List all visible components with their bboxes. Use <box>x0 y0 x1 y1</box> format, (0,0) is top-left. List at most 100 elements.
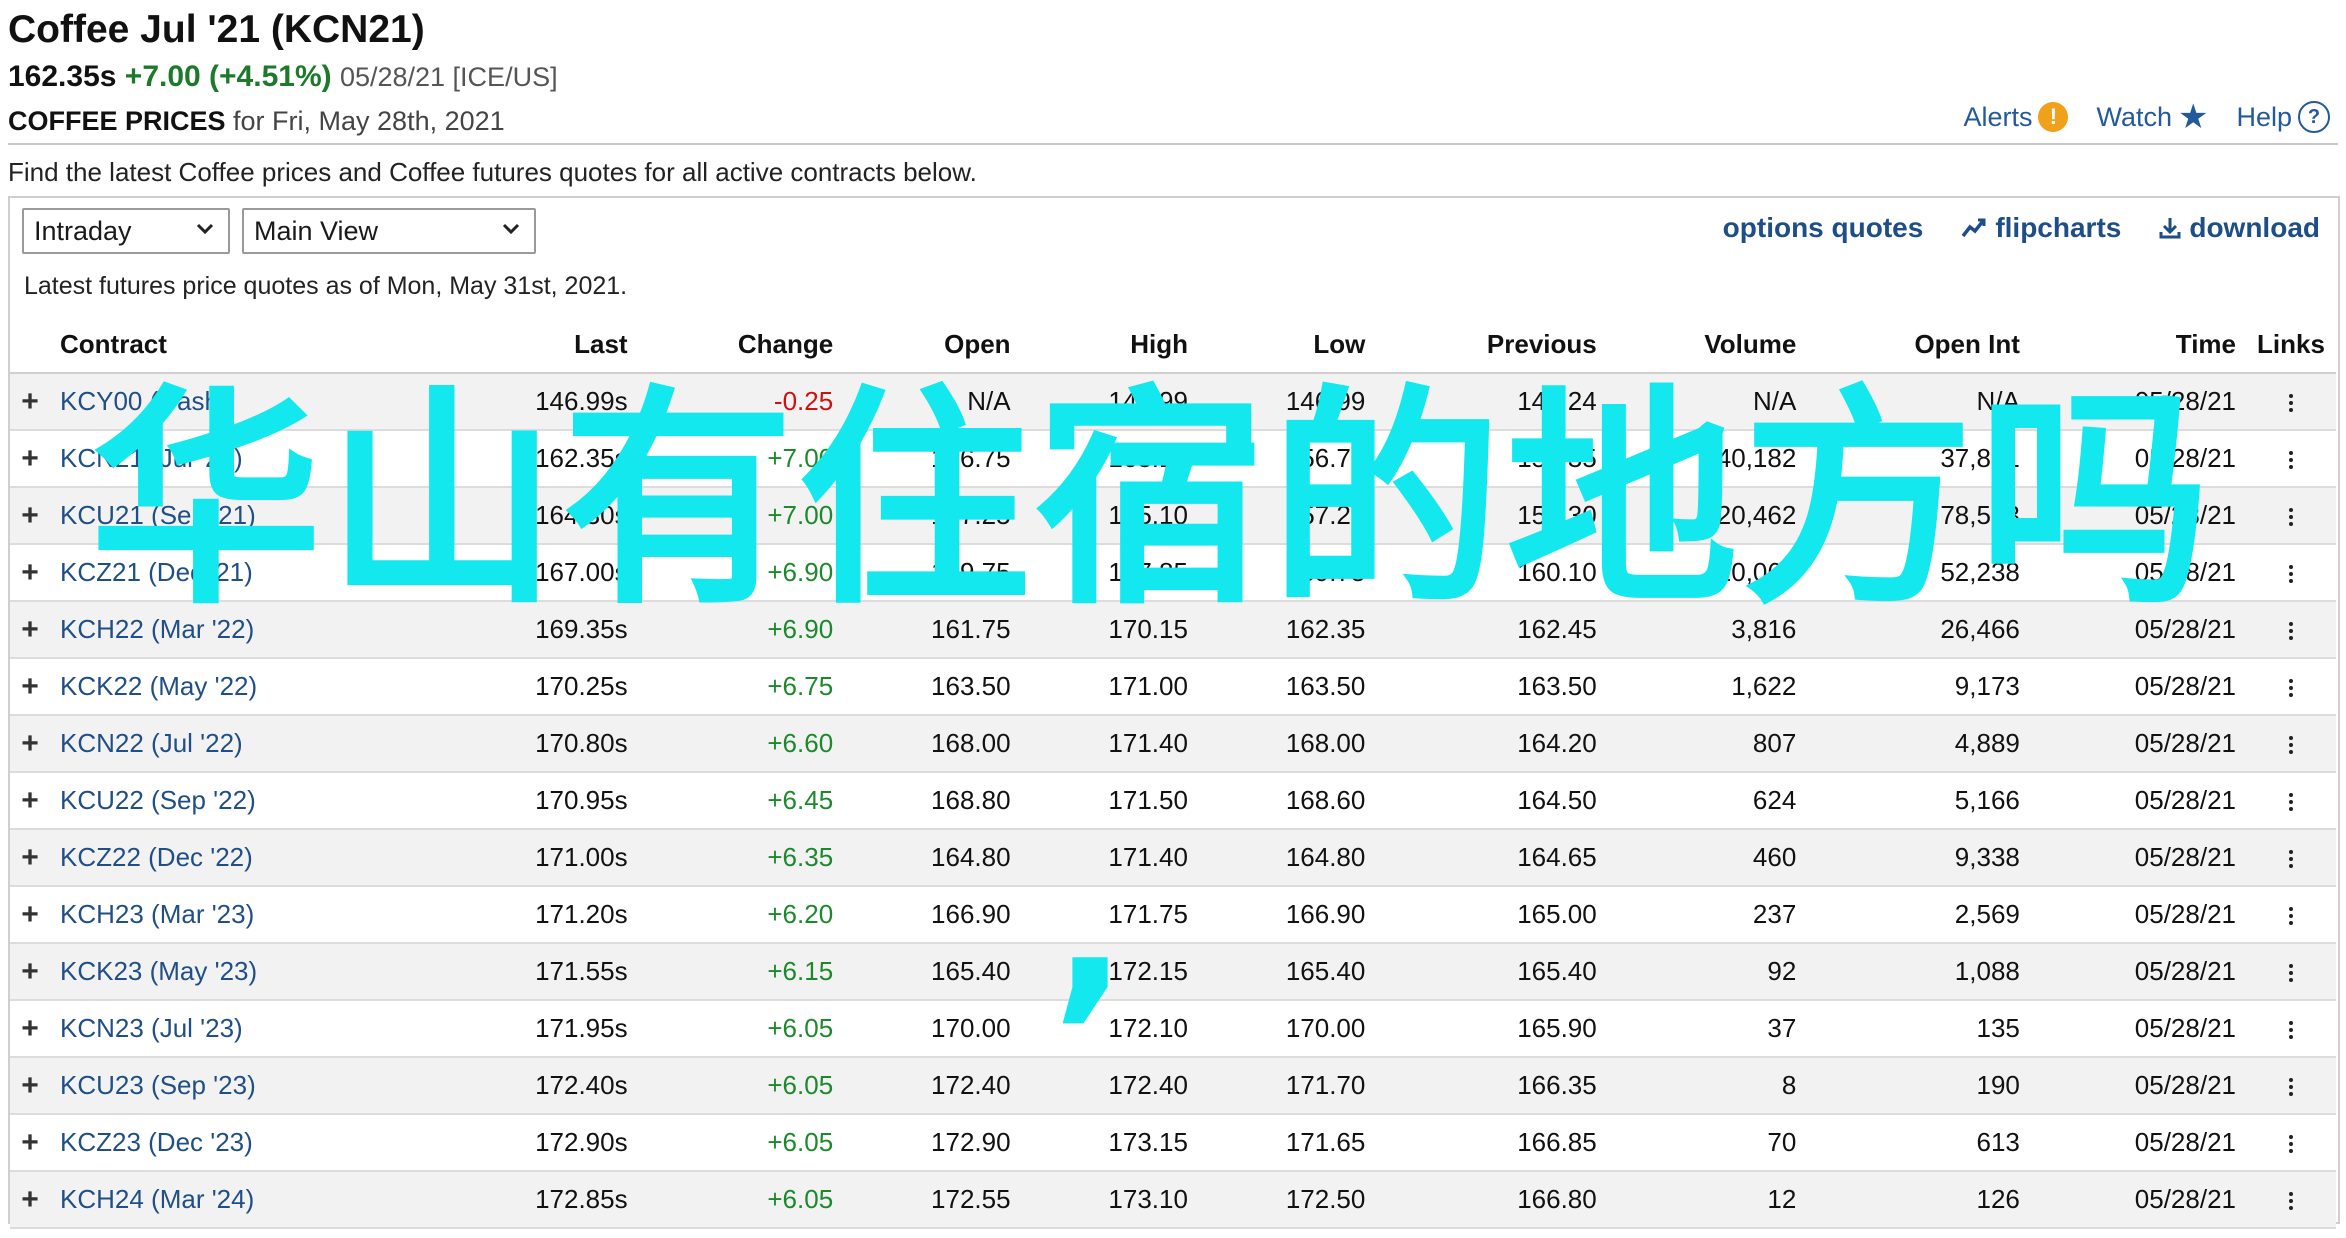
cell-low: 168.60 <box>1197 772 1376 830</box>
cell-volume: 20,462 <box>1606 487 1807 545</box>
header-volume[interactable]: Volume <box>1606 316 1807 374</box>
cell-high: 173.15 <box>1020 1114 1198 1172</box>
alert-icon: ! <box>2038 102 2069 132</box>
cell-contract[interactable]: KCK22 (May '22) <box>50 658 438 716</box>
row-links[interactable] <box>2246 601 2336 659</box>
row-links[interactable] <box>2246 829 2336 887</box>
subheading-date: for Fri, May 28th, 2021 <box>225 106 505 136</box>
flipchart-icon <box>1961 218 1986 238</box>
help-link[interactable]: Help? <box>2236 101 2330 133</box>
row-links[interactable] <box>2246 1171 2336 1229</box>
cell-low: 156.75 <box>1197 430 1376 488</box>
header-contract[interactable]: Contract <box>50 316 438 374</box>
cell-contract[interactable]: KCH24 (Mar '24) <box>50 1171 438 1229</box>
plus-icon[interactable]: + <box>10 430 50 488</box>
row-links[interactable] <box>2246 715 2336 773</box>
plus-icon[interactable]: + <box>10 658 50 716</box>
row-links[interactable] <box>2246 886 2336 944</box>
alerts-link[interactable]: Alerts! <box>1963 102 2069 133</box>
price-change: +7.00 (+4.51%) <box>124 60 332 93</box>
cell-previous: 165.00 <box>1375 886 1607 944</box>
plus-icon[interactable]: + <box>10 1114 50 1172</box>
kebab-icon <box>2289 850 2293 869</box>
kebab-icon <box>2289 736 2293 755</box>
cell-open-int: 613 <box>1806 1114 2030 1172</box>
cell-contract[interactable]: KCH22 (Mar '22) <box>50 601 438 659</box>
row-links[interactable] <box>2246 544 2336 602</box>
plus-icon[interactable]: + <box>10 715 50 773</box>
cell-time: 05/28/21 <box>2029 943 2246 1001</box>
cell-contract[interactable]: KCU21 (Sep '21) <box>50 487 438 545</box>
kebab-icon <box>2289 1078 2293 1097</box>
row-links[interactable] <box>2246 1114 2336 1172</box>
row-links[interactable] <box>2246 1000 2336 1058</box>
period-select[interactable]: Intraday <box>22 208 230 254</box>
plus-icon[interactable]: + <box>10 601 50 659</box>
watch-link[interactable]: Watch ★ <box>2096 100 2208 134</box>
cell-contract[interactable]: KCN22 (Jul '22) <box>50 715 438 773</box>
cell-contract[interactable]: KCN21 (Jul '21) <box>50 430 438 488</box>
row-links[interactable] <box>2246 1057 2336 1115</box>
row-links[interactable] <box>2246 943 2336 1001</box>
cell-contract[interactable]: KCZ21 (Dec '21) <box>50 544 438 602</box>
cell-open: N/A <box>843 373 1021 431</box>
plus-icon[interactable]: + <box>10 886 50 944</box>
flipcharts-link[interactable]: flipcharts <box>1961 212 2121 244</box>
cell-volume: 12 <box>1606 1171 1807 1229</box>
table-row: + KCY00 (Cash) 146.99s -0.25 N/A 146.99 146.99… <box>10 373 2336 431</box>
cell-previous: 166.80 <box>1375 1171 1607 1229</box>
row-links[interactable] <box>2246 658 2336 716</box>
options-quotes-link[interactable]: options quotes <box>1723 212 1924 244</box>
view-select[interactable]: Main View <box>242 208 536 254</box>
cell-open: 164.80 <box>843 829 1021 887</box>
header-low[interactable]: Low <box>1197 316 1376 374</box>
plus-icon[interactable]: + <box>10 943 50 1001</box>
cell-previous: 164.20 <box>1375 715 1607 773</box>
header-high[interactable]: High <box>1020 316 1198 374</box>
row-links[interactable] <box>2246 772 2336 830</box>
cell-time: 05/28/21 <box>2029 886 2246 944</box>
plus-icon[interactable]: + <box>10 544 50 602</box>
plus-icon[interactable]: + <box>10 1000 50 1058</box>
cell-contract[interactable]: KCY00 (Cash) <box>50 373 438 431</box>
plus-icon[interactable]: + <box>10 1171 50 1229</box>
table-row: + KCZ21 (Dec '21) 167.00s +6.90 159.75 167.85… <box>10 544 2336 602</box>
cell-open-int: 135 <box>1806 1000 2030 1058</box>
cell-open: 157.25 <box>843 487 1021 545</box>
cell-contract[interactable]: KCN23 (Jul '23) <box>50 1000 438 1058</box>
row-links[interactable] <box>2246 373 2336 431</box>
header-last[interactable]: Last <box>437 316 638 374</box>
cell-open-int: 78,563 <box>1806 487 2030 545</box>
plus-icon[interactable]: + <box>10 772 50 830</box>
plus-icon[interactable]: + <box>10 373 50 431</box>
header-change[interactable]: Change <box>637 316 844 374</box>
cell-contract[interactable]: KCZ23 (Dec '23) <box>50 1114 438 1172</box>
cell-time: 05/28/21 <box>2029 829 2246 887</box>
plus-icon[interactable]: + <box>10 487 50 545</box>
plus-icon[interactable]: + <box>10 1057 50 1115</box>
intro-text: Find the latest Coffee prices and Coffee… <box>8 157 977 187</box>
top-links: Alerts! Watch ★ Help? <box>1963 100 2330 134</box>
cell-last: 170.95s <box>437 772 638 830</box>
cell-last: 170.25s <box>437 658 638 716</box>
row-links[interactable] <box>2246 430 2336 488</box>
row-links[interactable] <box>2246 487 2336 545</box>
header-previous[interactable]: Previous <box>1375 316 1607 374</box>
cell-contract[interactable]: KCU23 (Sep '23) <box>50 1057 438 1115</box>
table-row: + KCH24 (Mar '24) 172.85s +6.05 172.55 173.10… <box>10 1171 2336 1229</box>
header-open[interactable]: Open <box>843 316 1021 374</box>
kebab-icon <box>2289 1021 2293 1040</box>
cell-contract[interactable]: KCU22 (Sep '22) <box>50 772 438 830</box>
header-open-int[interactable]: Open Int <box>1806 316 2030 374</box>
download-link[interactable]: download <box>2159 212 2320 244</box>
plus-icon[interactable]: + <box>10 829 50 887</box>
cell-contract[interactable]: KCH23 (Mar '23) <box>50 886 438 944</box>
last-price: 162.35s <box>8 60 117 93</box>
cell-open-int: 37,881 <box>1806 430 2030 488</box>
help-label: Help <box>2236 101 2292 132</box>
cell-contract[interactable]: KCK23 (May '23) <box>50 943 438 1001</box>
header-time[interactable]: Time <box>2029 316 2246 374</box>
period-value: Intraday <box>34 215 132 246</box>
cell-contract[interactable]: KCZ22 (Dec '22) <box>50 829 438 887</box>
cell-open-int: 9,338 <box>1806 829 2030 887</box>
